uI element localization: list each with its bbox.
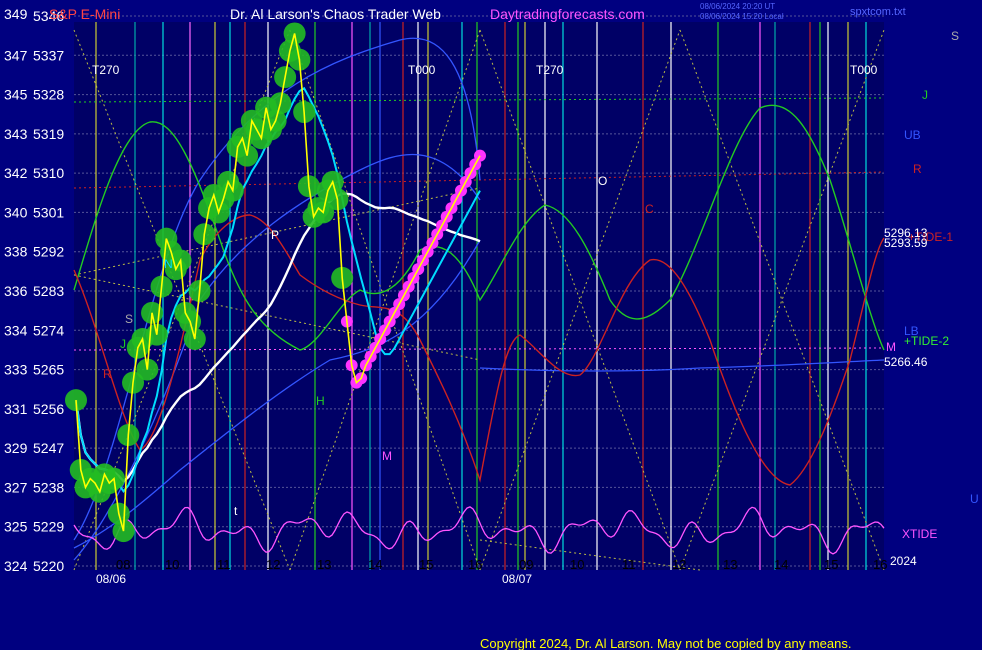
y-level-label-13: 325 xyxy=(4,519,28,535)
y-level-label-9: 333 xyxy=(4,362,28,378)
y-axis-labels: 5346347 5337345 5328343 5319342 5310340 53013… xyxy=(4,8,64,574)
y-level-label-5: 340 xyxy=(4,204,28,220)
y-level-label-12: 327 xyxy=(4,479,28,495)
x-hour-label-0: 08 xyxy=(116,557,130,572)
y-level-label-14: 324 xyxy=(4,558,28,574)
x-hour-label-6: 15 xyxy=(419,557,433,572)
x-hour-label-11: 12 xyxy=(672,557,686,572)
y-price-label-7: 5283 xyxy=(33,283,64,299)
y-price-label-11: 5247 xyxy=(33,440,64,456)
y-level-label-6: 338 xyxy=(4,244,28,260)
y-level-label-2: 345 xyxy=(4,87,28,103)
marker-o: O xyxy=(598,174,607,188)
y-level-label-4: 342 xyxy=(4,165,28,181)
marker-j: J xyxy=(120,337,126,351)
y-price-label-2: 5328 xyxy=(33,87,64,103)
y-price-label-8: 5274 xyxy=(33,322,64,338)
x-hour-label-15: 16 xyxy=(873,557,887,572)
price-readout-2: 5293.59 xyxy=(884,236,928,250)
timestamp-local: 08/06/2024 15:20 Local xyxy=(700,12,784,21)
legend-ub: UB xyxy=(904,128,921,142)
y-level-label-10: 331 xyxy=(4,401,28,417)
top-label-t000-b: T000 xyxy=(850,63,878,77)
x-hour-label-8: 09 xyxy=(519,557,533,572)
x-hour-label-5: 14 xyxy=(368,557,382,572)
y-level-label-7: 336 xyxy=(4,283,28,299)
marker-c: C xyxy=(645,202,654,216)
x-hour-label-10: 11 xyxy=(622,557,636,572)
x-hour-label-12: 13 xyxy=(723,557,737,572)
y-level-label-3: 343 xyxy=(4,126,28,142)
y-axis-header-level: 349 xyxy=(4,6,28,22)
price-readout-3: 5266.46 xyxy=(884,355,928,369)
x-hour-label-7: 16 xyxy=(468,557,482,572)
date-label-1: 08/06 xyxy=(96,572,126,586)
y-level-label-8: 334 xyxy=(4,322,28,338)
legend-s: S xyxy=(951,29,959,43)
y-price-label-1: 5337 xyxy=(33,47,64,63)
marker-s: S xyxy=(125,312,133,326)
y-price-label-9: 5265 xyxy=(33,362,64,378)
top-label-t270-b: T270 xyxy=(536,63,564,77)
chart-root: 5346 347 5337 345 5328 343 5319 342 5310 340 5301 3… xyxy=(0,0,982,650)
site-link[interactable]: Daytradingforecasts.com xyxy=(490,6,645,22)
copyright: Copyright 2024, Dr. Al Larson. May not b… xyxy=(480,636,851,650)
data-file-label: spxtcom.txt xyxy=(850,6,906,18)
legend-u: U xyxy=(970,492,979,506)
x-hour-label-1: 10 xyxy=(165,557,179,572)
y-price-label-10: 5256 xyxy=(33,401,64,417)
y-price-label-5: 5301 xyxy=(33,204,64,220)
marker-m: M xyxy=(382,449,392,463)
marker-p: P xyxy=(271,228,279,242)
legend-tide-2: +TIDE-2 xyxy=(904,334,949,348)
y-price-label-6: 5292 xyxy=(33,244,64,260)
y-level-label-1: 347 xyxy=(4,47,28,63)
y-price-label-4: 5310 xyxy=(33,165,64,181)
price-marker-85 xyxy=(474,149,486,162)
date-label-2: 08/07 xyxy=(502,572,532,586)
marker-h: H xyxy=(316,394,325,408)
x-hour-label-14: 15 xyxy=(824,557,838,572)
y-price-label-14: 5220 xyxy=(33,558,64,574)
marker-n: N xyxy=(164,257,173,271)
legend-year: 2024 xyxy=(890,554,917,568)
x-hour-label-13: 14 xyxy=(774,557,788,572)
legend-m: M xyxy=(886,340,896,354)
top-label-t000-a: T000 xyxy=(408,63,436,77)
timestamp-ut: 08/06/2024 20:20 UT xyxy=(700,2,775,11)
y-price-label-13: 5229 xyxy=(33,519,64,535)
chart-svg: 5346347 5337345 5328343 5319342 5310340 53013… xyxy=(0,0,982,650)
x-hour-label-9: 10 xyxy=(570,557,584,572)
marker-r: R xyxy=(103,367,112,381)
legend-xtide: XTIDE xyxy=(902,527,937,541)
y-level-label-11: 329 xyxy=(4,440,28,456)
x-hour-label-3: 12 xyxy=(266,557,280,572)
y-price-label-3: 5319 xyxy=(33,126,64,142)
top-label-t270-a: T270 xyxy=(92,63,120,77)
x-hour-label-4: 13 xyxy=(317,557,331,572)
legend-r: R xyxy=(913,162,922,176)
y-price-label-12: 5238 xyxy=(33,479,64,495)
instrument-label: S&P E-Mini xyxy=(49,6,120,22)
x-hour-label-2: 11 xyxy=(217,557,231,572)
site-title: Dr. Al Larson's Chaos Trader Web xyxy=(230,6,441,22)
legend-j: J xyxy=(922,88,928,102)
